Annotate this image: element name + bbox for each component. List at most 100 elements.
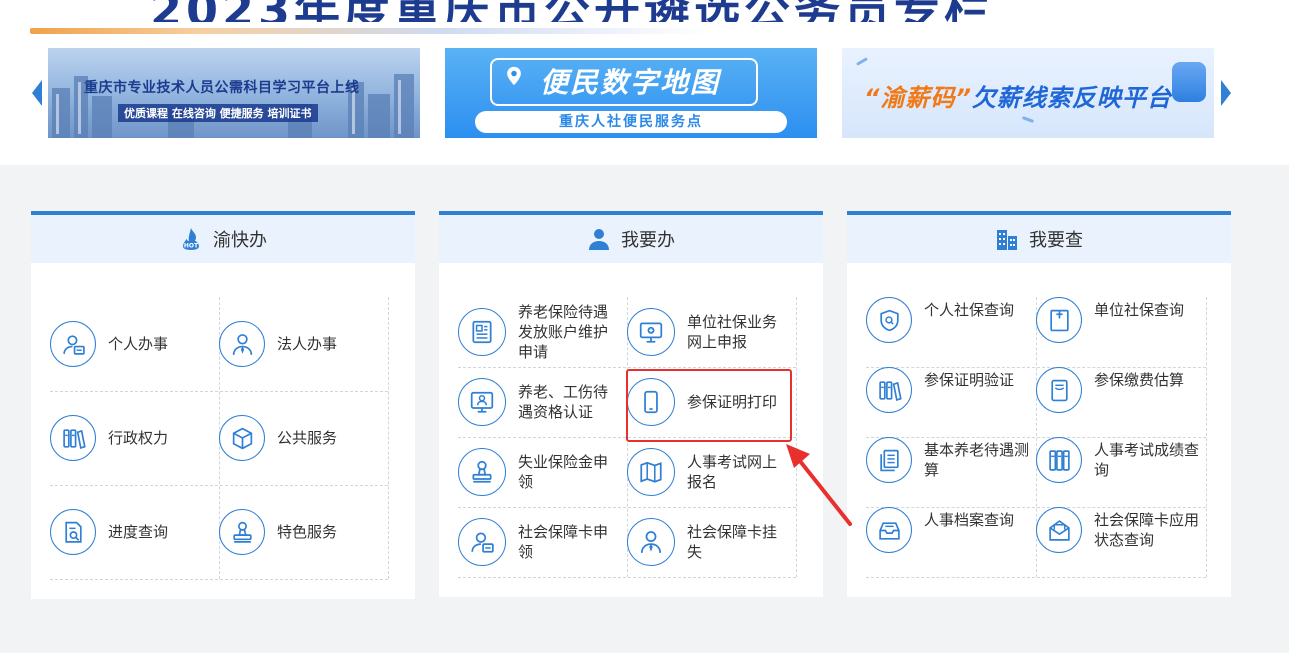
pointer-arrow-icon <box>786 444 852 526</box>
service-item[interactable]: 单位社保查询 <box>1036 297 1206 367</box>
item-icon-circle <box>627 518 675 566</box>
item-icon-circle <box>458 308 506 356</box>
item-icon-circle <box>866 367 912 413</box>
grid-divider-horizontal <box>866 577 1206 578</box>
panel-title: 我要查 <box>1029 230 1083 251</box>
svg-text:HOT: HOT <box>184 243 199 250</box>
service-item[interactable]: 法人办事 <box>219 297 388 391</box>
service-item[interactable]: 人事档案查询 <box>866 507 1036 577</box>
carousel-prev-arrow-icon[interactable] <box>32 80 42 106</box>
service-item[interactable]: 行政权力 <box>50 391 219 485</box>
tray-icon <box>878 521 900 540</box>
banner-wage-code[interactable]: “渝薪码”欠薪线索反映平台 <box>842 48 1214 138</box>
service-item[interactable]: 单位社保业务网上申报 <box>627 297 796 367</box>
service-item-label: 失业保险金申领 <box>518 453 609 491</box>
carousel-next-arrow-icon[interactable] <box>1221 80 1231 106</box>
service-item-label: 养老、工伤待遇资格认证 <box>518 383 609 421</box>
item-icon-circle <box>458 448 506 496</box>
item-icon-circle <box>219 509 265 555</box>
hot-flame-icon: HOT <box>183 228 199 250</box>
service-item-label: 法人办事 <box>277 335 338 353</box>
item-icon-circle <box>1036 437 1082 483</box>
service-item[interactable]: 养老保险待遇发放账户维护申请 <box>458 297 627 367</box>
item-icon-circle <box>866 437 912 483</box>
stamp-icon <box>472 460 492 483</box>
service-item[interactable]: 基本养老待遇测算 <box>866 437 1036 507</box>
item-icon-circle <box>458 378 506 426</box>
service-item-label: 人事考试成绩查询 <box>1094 441 1200 479</box>
service-item[interactable]: 社会保障卡应用状态查询 <box>1036 507 1206 577</box>
grid-divider-vertical <box>388 297 389 579</box>
person-tie-icon <box>232 333 252 355</box>
headline-title[interactable]: 2023年度重庆市公开遴选公务员专栏 <box>150 0 994 22</box>
item-icon-circle <box>866 297 912 343</box>
panel-title: 我要办 <box>621 230 675 251</box>
service-item[interactable]: 个人社保查询 <box>866 297 1036 367</box>
service-item-label: 个人办事 <box>108 335 169 353</box>
books-icon <box>1048 449 1070 471</box>
service-item[interactable]: 人事考试网上报名 <box>627 437 796 507</box>
banner1-subtitle: 优质课程 在线咨询 便捷服务 培训证书 <box>118 104 318 122</box>
binders-icon <box>878 380 902 401</box>
banner2-title: 便民数字地图 <box>540 66 721 99</box>
service-item[interactable]: 社会保障卡申领 <box>458 507 627 577</box>
grid-divider-vertical <box>796 297 797 577</box>
phone-icon <box>644 390 658 414</box>
service-item[interactable]: 特色服务 <box>219 485 388 579</box>
buildings-icon <box>997 230 1017 250</box>
service-item[interactable]: 养老、工伤待遇资格认证 <box>458 367 627 437</box>
service-item[interactable]: 失业保险金申领 <box>458 437 627 507</box>
ledger-icon <box>1049 309 1069 331</box>
service-item-label: 参保证明验证 <box>924 371 1015 389</box>
map-icon <box>640 461 662 483</box>
service-item[interactable]: 公共服务 <box>219 391 388 485</box>
service-item-label: 基本养老待遇测算 <box>924 441 1030 479</box>
service-item-label: 人事档案查询 <box>924 511 1015 529</box>
item-icon-circle <box>50 321 96 367</box>
service-item[interactable]: 社会保障卡挂失 <box>627 507 796 577</box>
service-item-label: 参保缴费估算 <box>1094 371 1185 389</box>
person-card-icon <box>471 532 494 553</box>
grid-divider-horizontal <box>50 579 388 580</box>
cube-icon <box>232 427 252 449</box>
calculator-icon <box>1050 379 1068 401</box>
user-icon <box>589 229 609 250</box>
banner-professional-learning[interactable]: 重庆市专业技术人员公需科目学习平台上线 优质课程 在线咨询 便捷服务 培训证书 <box>48 48 420 138</box>
item-icon-circle <box>50 509 96 555</box>
item-icon-circle <box>627 308 675 356</box>
service-item-label: 公共服务 <box>277 429 338 447</box>
item-icon-circle <box>627 448 675 496</box>
item-icon-circle <box>866 507 912 553</box>
banner-digital-map[interactable]: 便民数字地图 重庆人社便民服务点 <box>445 48 817 138</box>
banner3-title-accent: “渝薪码” <box>864 84 972 112</box>
stamp-icon <box>232 521 252 543</box>
service-item-label: 参保证明打印 <box>687 393 778 411</box>
item-icon-circle <box>1036 297 1082 343</box>
monitor-person-icon <box>470 391 494 413</box>
panel-header: 我要查 <box>847 211 1231 263</box>
document-search-icon <box>64 521 82 543</box>
banner3-title: “渝薪码”欠薪线索反映平台 <box>864 78 1172 113</box>
service-item-label: 养老保险待遇发放账户维护申请 <box>518 303 609 361</box>
binders-icon <box>62 428 86 449</box>
service-item[interactable]: 参保缴费估算 <box>1036 367 1206 437</box>
service-item[interactable]: 个人办事 <box>50 297 219 391</box>
service-item[interactable]: 人事考试成绩查询 <box>1036 437 1206 507</box>
panel-title: 渝快办 <box>213 230 267 251</box>
service-item[interactable]: 进度查询 <box>50 485 219 579</box>
panel-header: HOT 渝快办 <box>31 211 415 263</box>
coin-stack-icon <box>1172 62 1206 102</box>
service-item[interactable]: 参保证明验证 <box>866 367 1036 437</box>
item-icon-circle <box>219 321 265 367</box>
service-item-label: 行政权力 <box>108 429 169 447</box>
item-icon-circle <box>627 378 675 426</box>
spark-decoration <box>1021 116 1035 123</box>
service-item[interactable]: 参保证明打印 <box>627 367 796 437</box>
grid-divider-vertical <box>1206 297 1207 577</box>
grid-divider-horizontal <box>458 577 796 578</box>
item-icon-circle <box>219 415 265 461</box>
headline-clip: 2023年度重庆市公开遴选公务员专栏 <box>150 0 1120 22</box>
service-item-label: 单位社保查询 <box>1094 301 1185 319</box>
service-item-label: 人事考试网上报名 <box>687 453 778 491</box>
person-tie-icon <box>640 531 662 553</box>
